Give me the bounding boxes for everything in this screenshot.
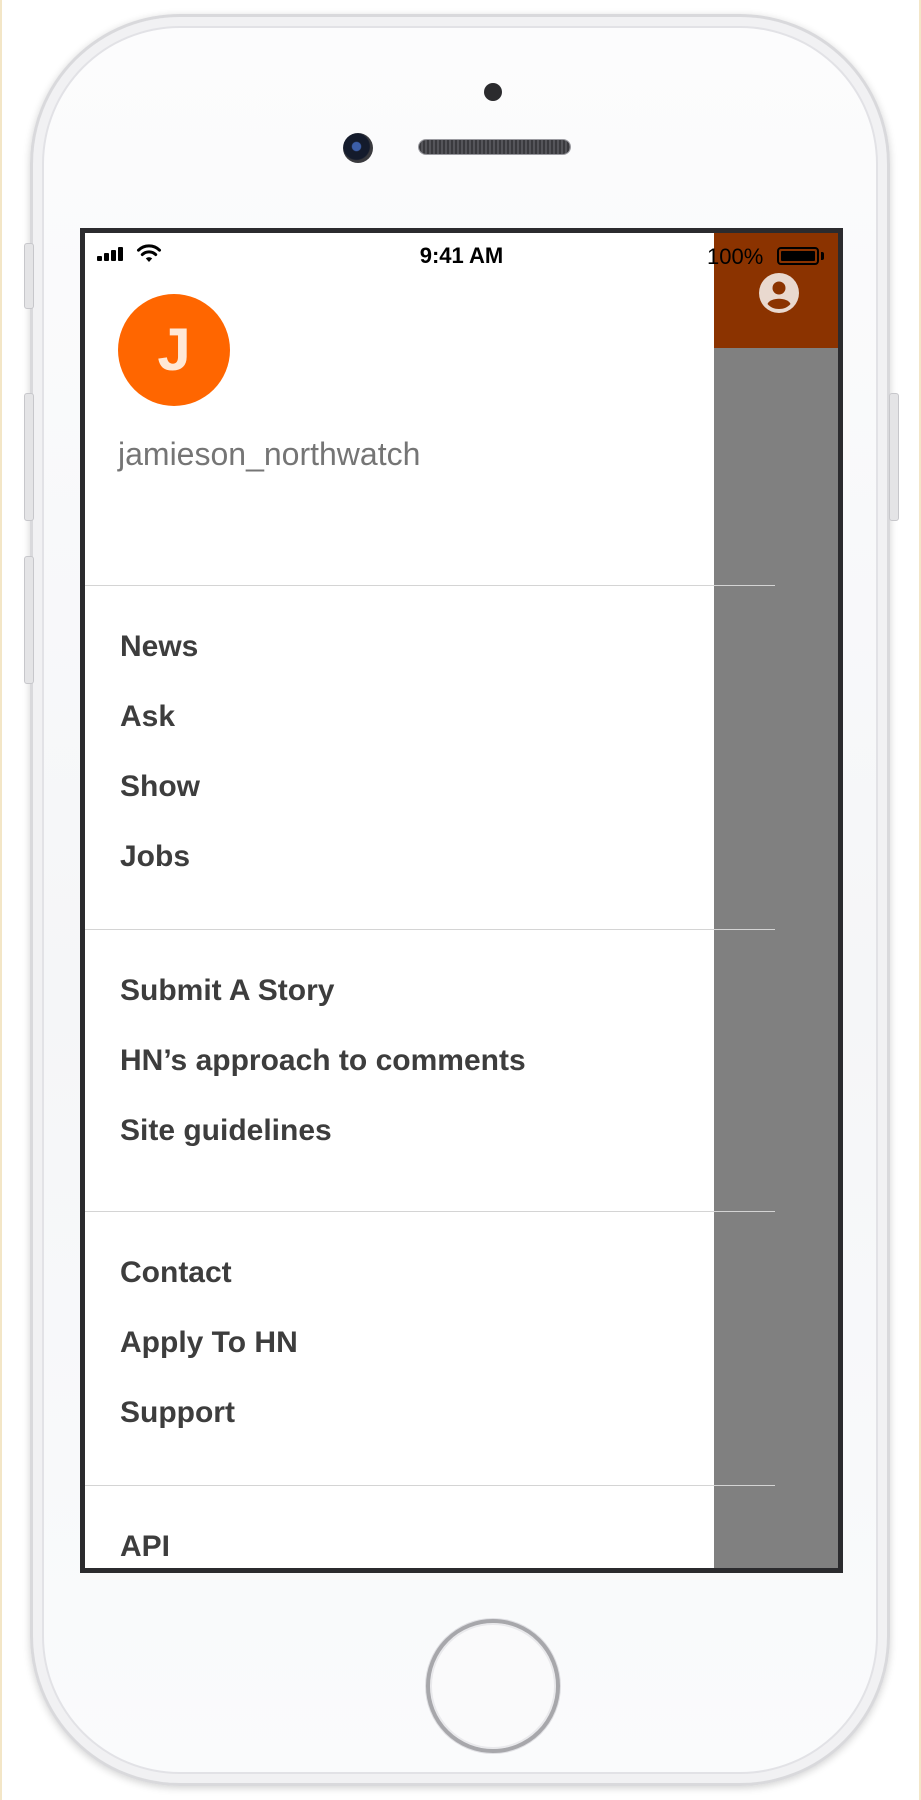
section-divider: [85, 1211, 775, 1212]
menu-item-support[interactable]: Support: [120, 1396, 235, 1430]
volume-down-button: [24, 556, 34, 684]
menu-item-jobs[interactable]: Jobs: [120, 840, 190, 874]
battery-percent: 100%: [707, 244, 764, 269]
section-divider: [85, 1485, 775, 1486]
front-camera: [343, 133, 373, 163]
proximity-sensor: [484, 83, 502, 101]
earpiece-speaker: [419, 140, 570, 154]
section-divider: [85, 929, 775, 930]
menu-item-news[interactable]: News: [120, 630, 198, 664]
menu-item-apply-to-hn[interactable]: Apply To HN: [120, 1326, 298, 1360]
home-button[interactable]: [426, 1619, 560, 1753]
menu-item-ask[interactable]: Ask: [120, 700, 175, 734]
account-circle-icon[interactable]: [759, 273, 799, 313]
username-label: jamieson_northwatch: [118, 436, 421, 472]
menu-item-submit-story[interactable]: Submit A Story: [120, 974, 334, 1008]
menu-item-show[interactable]: Show: [120, 770, 200, 804]
avatar[interactable]: J: [118, 294, 230, 406]
menu-item-contact[interactable]: Contact: [120, 1256, 232, 1290]
section-divider: [85, 585, 775, 586]
menu-item-site-guidelines[interactable]: Site guidelines: [120, 1114, 332, 1148]
status-bar: 9:41 AM 100%: [85, 233, 838, 273]
volume-up-button: [24, 393, 34, 521]
battery-tip: [821, 252, 824, 260]
menu-item-api[interactable]: API: [120, 1530, 170, 1564]
battery-icon: [777, 247, 819, 265]
left-edge-line: [0, 0, 2, 1800]
mute-switch: [24, 243, 34, 309]
power-button: [889, 393, 899, 521]
navigation-drawer: J jamieson_northwatch News Ask Show Jobs…: [85, 233, 775, 1568]
menu-item-comments-approach[interactable]: HN’s approach to comments: [120, 1044, 526, 1078]
phone-screen: J jamieson_northwatch News Ask Show Jobs…: [80, 228, 843, 1573]
